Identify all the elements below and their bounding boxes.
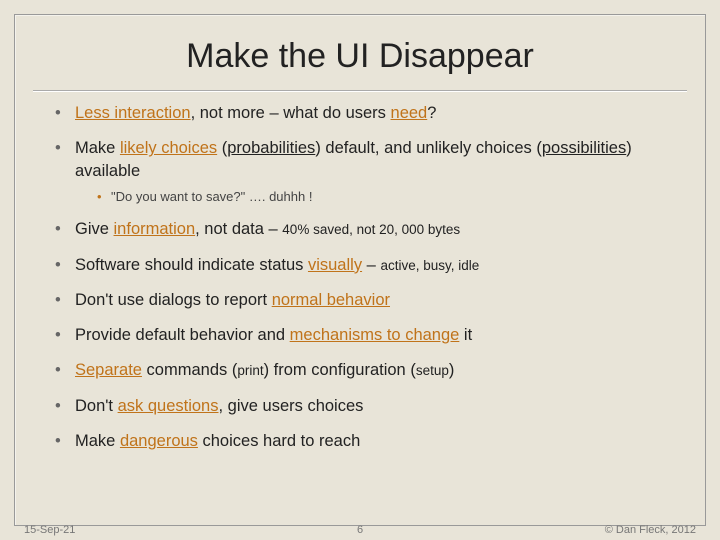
bullet-item: Don't ask questions, give users choices — [55, 395, 675, 417]
bullet-item: Provide default behavior and mechanisms … — [55, 324, 675, 346]
horizontal-rule — [33, 90, 687, 92]
bullet-item: Make dangerous choices hard to reach — [55, 430, 675, 452]
footer-copyright: © Dan Fleck, 2012 — [605, 524, 696, 536]
footer-date: 15-Sep-21 — [24, 524, 75, 536]
footer-page: 6 — [357, 524, 363, 536]
bullet-item: Don't use dialogs to report normal behav… — [55, 289, 675, 311]
bullet-item: Make likely choices (probabilities) defa… — [55, 137, 675, 205]
bullet-item: Give information, not data – 40% saved, … — [55, 218, 675, 240]
bullet-item: Software should indicate status visually… — [55, 254, 675, 276]
footer: 15-Sep-21 6 © Dan Fleck, 2012 — [24, 524, 696, 536]
sub-bullet-item: "Do you want to save?" …. duhhh ! — [97, 188, 675, 206]
bullet-list: Less interaction, not more – what do use… — [15, 102, 705, 452]
bullet-item: Less interaction, not more – what do use… — [55, 102, 675, 124]
slide-title: Make the UI Disappear — [15, 37, 705, 76]
bullet-item: Separate commands (print) from configura… — [55, 359, 675, 381]
slide-frame: Make the UI Disappear Less interaction, … — [14, 14, 706, 526]
